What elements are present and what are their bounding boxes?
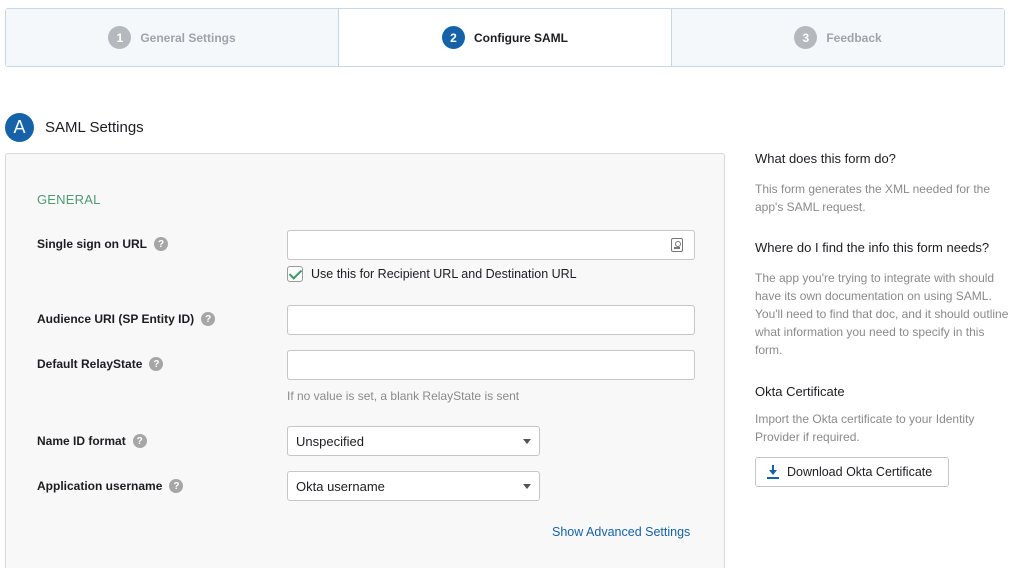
help-icon[interactable]: ? xyxy=(149,357,164,371)
step-number: 1 xyxy=(108,26,132,49)
name-id-format-label: Name ID format ? xyxy=(37,434,147,448)
relay-state-label: Default RelayState ? xyxy=(37,357,164,371)
help-where-find-info: Where do I find the info this form needs… xyxy=(755,240,1010,359)
step-feedback[interactable]: 3 Feedback xyxy=(672,9,1004,66)
step-general-settings[interactable]: 1 General Settings xyxy=(6,9,339,66)
contact-card-icon[interactable] xyxy=(671,238,683,252)
help-icon[interactable]: ? xyxy=(132,434,147,448)
sso-url-label: Single sign on URL ? xyxy=(37,237,168,251)
section-title: SAML Settings xyxy=(45,119,144,136)
label-text: Name ID format xyxy=(37,434,126,448)
help-title: What does this form do? xyxy=(755,151,896,166)
help-icon[interactable]: ? xyxy=(154,237,168,251)
wizard-steps: 1 General Settings 2 Configure SAML 3 Fe… xyxy=(5,8,1005,67)
help-what-does-form-do: What does this form do? This form genera… xyxy=(755,151,1010,216)
step-label: Configure SAML xyxy=(474,30,568,45)
help-body: Import the Okta certificate to your Iden… xyxy=(755,412,975,444)
help-icon[interactable]: ? xyxy=(169,479,184,493)
label-text: Audience URI (SP Entity ID) xyxy=(37,312,195,326)
help-title: Okta Certificate xyxy=(755,384,845,399)
audience-uri-input[interactable] xyxy=(287,305,695,335)
relay-state-input[interactable] xyxy=(287,350,695,380)
name-id-format-select[interactable]: Unspecified xyxy=(287,426,540,456)
button-label: Download Okta Certificate xyxy=(787,465,933,479)
label-text: Application username xyxy=(37,479,163,493)
label-text: Default RelayState xyxy=(37,357,143,371)
label-text: Single sign on URL xyxy=(37,237,147,251)
recipient-url-checkbox[interactable] xyxy=(287,266,303,282)
caret-down-icon xyxy=(523,438,531,444)
help-body: This form generates the XML needed for t… xyxy=(755,182,991,214)
audience-uri-label: Audience URI (SP Entity ID) ? xyxy=(37,312,216,326)
download-icon xyxy=(767,465,779,479)
step-label: General Settings xyxy=(140,30,236,45)
step-label: Feedback xyxy=(826,30,882,45)
saml-settings-panel: GENERAL Single sign on URL ? Use this fo… xyxy=(5,153,725,568)
select-value: Unspecified xyxy=(296,433,364,449)
group-title: GENERAL xyxy=(37,192,101,207)
help-okta-certificate: Okta Certificate Import the Okta certifi… xyxy=(755,384,1010,446)
caret-down-icon xyxy=(523,483,531,489)
section-badge: A xyxy=(5,113,34,142)
download-okta-certificate-button[interactable]: Download Okta Certificate xyxy=(755,457,949,487)
section-heading: A SAML Settings xyxy=(5,113,144,142)
relay-state-hint: If no value is set, a blank RelayState i… xyxy=(287,389,520,403)
select-value: Okta username xyxy=(296,478,385,494)
help-icon[interactable]: ? xyxy=(201,312,216,326)
sso-url-input[interactable] xyxy=(287,230,695,260)
help-body: The app you're trying to integrate with … xyxy=(755,271,1009,357)
app-username-label: Application username ? xyxy=(37,479,184,493)
recipient-url-checkbox-row[interactable]: Use this for Recipient URL and Destinati… xyxy=(287,266,577,282)
step-number: 2 xyxy=(442,26,465,49)
checkbox-label: Use this for Recipient URL and Destinati… xyxy=(311,267,577,281)
show-advanced-settings-link[interactable]: Show Advanced Settings xyxy=(552,525,690,539)
step-configure-saml[interactable]: 2 Configure SAML xyxy=(339,9,672,66)
app-username-select[interactable]: Okta username xyxy=(287,471,540,501)
help-title: Where do I find the info this form needs… xyxy=(755,240,990,255)
step-number: 3 xyxy=(794,26,818,49)
